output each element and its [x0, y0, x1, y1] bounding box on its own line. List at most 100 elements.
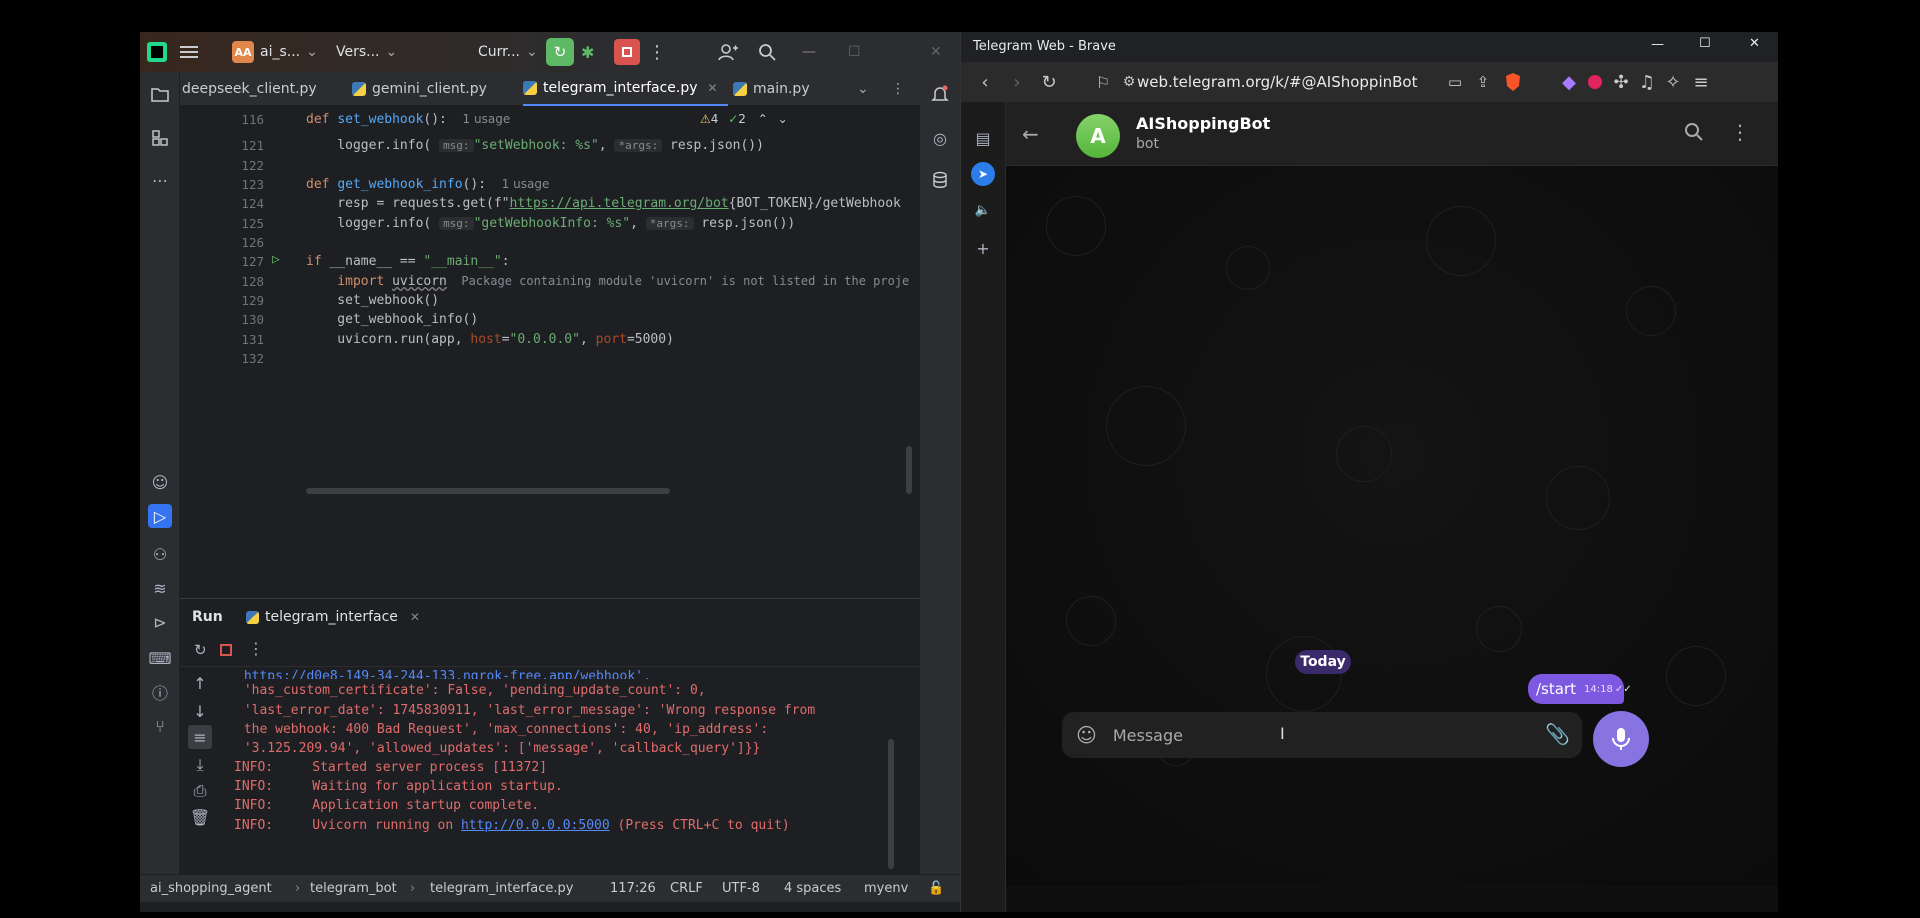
- stop-button[interactable]: [614, 39, 640, 65]
- indent-setting[interactable]: 4 spaces: [784, 881, 841, 896]
- scroll-to-end-icon[interactable]: ⤓: [188, 753, 212, 777]
- maximize-icon[interactable]: ☐: [848, 40, 861, 64]
- speaker-icon[interactable]: 🔈: [971, 198, 995, 222]
- chat-area: Today /start 14:18 ✓✓ ☺ Message I 📎: [1006, 166, 1778, 886]
- code-editor[interactable]: ⚠4 ✓2 ⌃ ⌄ 116 121 122 123 124 125 126 12…: [180, 106, 920, 596]
- chat-menu-icon[interactable]: ⋮: [1730, 120, 1750, 144]
- chevron-up-icon[interactable]: ⌃: [758, 112, 768, 126]
- share-icon[interactable]: ⇪: [1471, 70, 1495, 94]
- server-url-link[interactable]: http://0.0.0.0:5000: [461, 818, 610, 833]
- minimize-icon[interactable]: —: [802, 40, 816, 64]
- more-actions-icon[interactable]: ⋮: [648, 40, 666, 64]
- extension-red-icon[interactable]: [1583, 70, 1607, 94]
- arrow-down-icon[interactable]: ↓: [188, 699, 212, 723]
- rerun-icon[interactable]: ↻: [194, 641, 207, 659]
- telegram-icon[interactable]: ➤: [971, 162, 995, 186]
- telegram-rail: ▤ ➤ 🔈 +: [961, 102, 1006, 912]
- add-icon[interactable]: +: [971, 236, 995, 260]
- run-tool-icon[interactable]: ▷: [148, 504, 172, 528]
- breadcrumb-file[interactable]: telegram_interface.py: [430, 881, 574, 896]
- caret-position[interactable]: 117:26: [610, 881, 656, 896]
- bookmark-icon[interactable]: ⚐: [1091, 70, 1115, 94]
- run-config-tab[interactable]: telegram_interface ✕: [246, 609, 420, 625]
- emoji-icon[interactable]: ☺: [1076, 723, 1097, 747]
- tab-gemini-client[interactable]: gemini_client.py: [352, 72, 487, 106]
- breadcrumb-project[interactable]: ai_shopping_agent: [150, 881, 272, 896]
- unlock-icon[interactable]: 🔓: [928, 881, 944, 896]
- print-icon[interactable]: ⎙: [188, 779, 212, 803]
- console-scrollbar[interactable]: [888, 739, 894, 869]
- avatar[interactable]: A: [1076, 114, 1120, 158]
- line-number: 130: [241, 312, 264, 327]
- leo-ai-icon[interactable]: ✧: [1661, 70, 1685, 94]
- close-icon[interactable]: ✕: [1749, 36, 1760, 51]
- add-user-icon[interactable]: [718, 40, 738, 64]
- message-composer[interactable]: ☺ Message I 📎: [1062, 712, 1582, 758]
- project-selector[interactable]: AA ai_s... ⌄: [232, 40, 318, 64]
- services-icon[interactable]: ⊳: [148, 610, 172, 634]
- tab-deepseek-client[interactable]: deepseek_client.py: [180, 72, 317, 106]
- breadcrumb-folder[interactable]: telegram_bot: [310, 881, 397, 896]
- debug-button[interactable]: ✱: [581, 40, 594, 64]
- chevron-down-icon[interactable]: ⌄: [778, 112, 788, 126]
- vcs-selector[interactable]: Vers... ⌄: [336, 40, 397, 64]
- search-icon[interactable]: [1684, 122, 1704, 146]
- layers-icon[interactable]: ≋: [148, 576, 172, 600]
- rerun-button[interactable]: ↻: [546, 38, 574, 66]
- line-separator[interactable]: CRLF: [670, 881, 703, 896]
- git-icon[interactable]: ⑂: [148, 714, 172, 738]
- horizontal-scrollbar[interactable]: [306, 488, 670, 494]
- copilot-icon[interactable]: ◎: [928, 126, 952, 150]
- extension-diamond-icon[interactable]: ◆: [1557, 70, 1581, 94]
- reload-icon[interactable]: ↻: [1037, 70, 1061, 94]
- sidebar-toggle-icon[interactable]: ▤: [971, 126, 995, 150]
- project-folder-icon[interactable]: [148, 82, 172, 106]
- tab-main[interactable]: main.py: [733, 72, 810, 106]
- tab-more-icon[interactable]: ⋮: [891, 72, 905, 106]
- tab-telegram-interface[interactable]: telegram_interface.py ✕: [523, 72, 728, 106]
- arrow-up-icon[interactable]: ↑: [188, 671, 212, 695]
- brave-shields-icon[interactable]: [1501, 70, 1525, 94]
- inspection-widget[interactable]: ⚠4 ✓2 ⌃ ⌄: [700, 112, 788, 126]
- forward-icon[interactable]: ›: [1005, 70, 1029, 94]
- search-icon[interactable]: [758, 40, 776, 64]
- back-arrow-icon[interactable]: ←: [1022, 122, 1039, 146]
- attach-paperclip-icon[interactable]: 📎: [1545, 722, 1570, 746]
- tab-list-chevron-icon[interactable]: ⌄: [857, 72, 869, 106]
- ide-left-toolbar: ⋯ ☺ ▷ ⚇ ≋ ⊳ ⌨ ⓘ ⑂: [140, 72, 180, 890]
- ai-assistant-icon[interactable]: ☺: [148, 470, 172, 494]
- maximize-icon[interactable]: ☐: [1699, 36, 1711, 51]
- run-gutter-icon[interactable]: ▷: [272, 252, 280, 267]
- outgoing-message[interactable]: /start 14:18 ✓✓: [1528, 674, 1632, 704]
- browser-menu-icon[interactable]: ≡: [1689, 70, 1713, 94]
- run-config-selector[interactable]: Curr... ⌄: [478, 40, 538, 64]
- notifications-bell-icon[interactable]: [928, 82, 952, 106]
- code-line-125: logger.info( msg: "getWebhookInfo: %s", *…: [306, 216, 796, 231]
- vertical-scrollbar[interactable]: [906, 446, 912, 494]
- file-encoding[interactable]: UTF-8: [722, 881, 760, 896]
- media-music-icon[interactable]: ♫: [1635, 70, 1659, 94]
- more-actions-icon[interactable]: ⋮: [248, 639, 264, 658]
- main-menu-icon[interactable]: [180, 40, 198, 64]
- extensions-puzzle-icon[interactable]: ✣: [1609, 70, 1633, 94]
- close-icon[interactable]: ✕: [930, 40, 942, 64]
- close-tab-icon[interactable]: ✕: [410, 610, 420, 624]
- trash-icon[interactable]: 🗑: [188, 805, 212, 829]
- minimize-icon[interactable]: —: [1651, 37, 1664, 52]
- voice-record-button[interactable]: [1593, 711, 1649, 767]
- stop-icon[interactable]: [220, 644, 232, 656]
- close-tab-icon[interactable]: ✕: [708, 81, 718, 95]
- terminal-icon[interactable]: ⌨: [148, 646, 172, 670]
- back-icon[interactable]: ‹: [973, 70, 997, 94]
- chat-name[interactable]: AIShoppingBot: [1136, 114, 1270, 133]
- problems-icon[interactable]: ⓘ: [148, 680, 172, 704]
- more-tools-icon[interactable]: ⋯: [148, 168, 172, 192]
- soft-wrap-icon[interactable]: ≡: [188, 725, 212, 749]
- python-interpreter[interactable]: myenv: [864, 881, 908, 896]
- python-console-icon[interactable]: ⚇: [148, 542, 172, 566]
- message-input[interactable]: Message: [1113, 726, 1183, 745]
- address-bar[interactable]: web.telegram.org/k/#@AIShoppinBot: [1137, 68, 1437, 96]
- structure-icon[interactable]: [148, 126, 172, 150]
- database-icon[interactable]: [928, 168, 952, 192]
- cast-icon[interactable]: ▭: [1443, 70, 1467, 94]
